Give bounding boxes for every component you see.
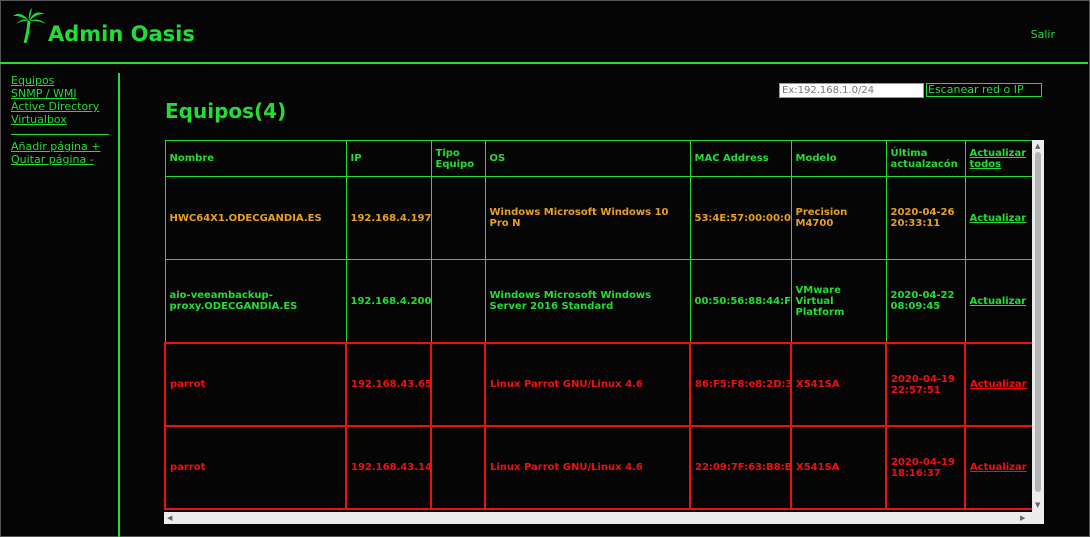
sidebar-item-virtualbox[interactable]: Virtualbox — [11, 113, 111, 126]
cell-os: Linux Parrot GNU/Linux 4.6 — [484, 425, 691, 510]
table-row: parrot 192.168.43.65 Linux Parrot GNU/Li… — [164, 342, 1032, 427]
cell-name: aio-veeambackup-proxy.ODECGANDIA.ES — [164, 259, 347, 344]
table-row: HWC64X1.ODECGANDIA.ES 192.168.4.197 Wind… — [164, 176, 1032, 260]
remove-page-link[interactable]: Quitar página - — [11, 153, 111, 166]
cell-ip: 192.168.4.200 — [345, 259, 432, 344]
cell-model: Precision M4700 — [790, 176, 887, 260]
cell-name: parrot — [164, 425, 347, 510]
devices-table-viewport: Nombre IP Tipo Equipo OS MAC Address Mod… — [164, 140, 1032, 512]
cell-type — [430, 176, 486, 260]
column-header-ip: IP — [345, 140, 432, 177]
scan-target-input[interactable] — [779, 83, 924, 98]
scroll-up-icon[interactable]: ▲ — [1035, 142, 1040, 150]
update-all-link[interactable]: Actualizar todos — [970, 148, 1027, 170]
cell-ip: 192.168.4.197 — [345, 176, 432, 260]
cell-action: Actualizar — [964, 342, 1032, 427]
header: Admin Oasis Salir — [0, 0, 1088, 64]
cell-updated: 2020-04-22 08:09:45 — [885, 259, 966, 344]
sidebar-item-active-directory[interactable]: Active Directory — [11, 100, 111, 113]
cell-action: Actualizar — [964, 176, 1032, 260]
sidebar-item-snmp-wmi[interactable]: SNMP / WMI — [11, 87, 111, 100]
cell-mac: 00:50:56:88:44:F8 — [689, 259, 792, 344]
scroll-down-icon[interactable]: ▼ — [1035, 501, 1040, 509]
column-header-model: Modelo — [790, 140, 887, 177]
column-header-mac: MAC Address — [689, 140, 792, 177]
cell-model: X541SA — [790, 425, 887, 510]
sidebar-divider — [11, 134, 109, 135]
devices-table: Nombre IP Tipo Equipo OS MAC Address Mod… — [164, 140, 1032, 510]
cell-action: Actualizar — [964, 259, 1032, 344]
vertical-scroll-thumb[interactable] — [1035, 152, 1041, 492]
sidebar-item-equipos[interactable]: Equipos — [11, 74, 111, 87]
add-page-link[interactable]: Añadir página + — [11, 140, 111, 153]
horizontal-scrollbar[interactable]: ◀ ▶ — [164, 512, 1044, 524]
page-title: Equipos(4) — [165, 99, 287, 123]
cell-model: X541SA — [790, 342, 887, 427]
cell-os: Windows Microsoft Windows 10 Pro N — [484, 176, 691, 260]
column-header-actions: Actualizar todos — [964, 140, 1032, 177]
app-title: Admin Oasis — [48, 22, 195, 46]
scroll-left-icon[interactable]: ◀ — [167, 514, 172, 522]
column-header-type: Tipo Equipo — [430, 140, 486, 177]
update-link[interactable]: Actualizar — [970, 379, 1027, 390]
cell-updated: 2020-04-19 22:57:51 — [885, 342, 966, 427]
sidebar: Equipos SNMP / WMI Active Directory Virt… — [11, 74, 111, 166]
devices-table-container: Nombre IP Tipo Equipo OS MAC Address Mod… — [164, 140, 1044, 524]
cell-type — [430, 259, 486, 344]
sidebar-separator — [118, 73, 120, 537]
cell-action: Actualizar — [964, 425, 1032, 510]
column-header-last-update: Última actualzacón — [885, 140, 966, 177]
cell-os: Windows Microsoft Windows Server 2016 St… — [484, 259, 691, 344]
table-row: parrot 192.168.43.148 Linux Parrot GNU/L… — [164, 425, 1032, 510]
logout-link[interactable]: Salir — [1031, 28, 1055, 41]
palm-tree-icon — [12, 7, 48, 46]
cell-os: Linux Parrot GNU/Linux 4.6 — [484, 342, 691, 427]
table-row: aio-veeambackup-proxy.ODECGANDIA.ES 192.… — [164, 259, 1032, 344]
cell-name: parrot — [164, 342, 347, 427]
column-header-name: Nombre — [164, 140, 347, 177]
cell-mac: 53:4E:57:00:00:00 — [689, 176, 792, 260]
cell-type — [430, 342, 486, 427]
cell-updated: 2020-04-26 20:33:11 — [885, 176, 966, 260]
cell-mac: 22:09:7F:63:B8:B5 — [689, 425, 792, 510]
update-link[interactable]: Actualizar — [970, 296, 1027, 307]
table-header-row: Nombre IP Tipo Equipo OS MAC Address Mod… — [164, 140, 1032, 177]
cell-ip: 192.168.43.148 — [345, 425, 432, 510]
update-link[interactable]: Actualizar — [970, 462, 1027, 473]
cell-ip: 192.168.43.65 — [345, 342, 432, 427]
vertical-scrollbar[interactable]: ▲ ▼ — [1032, 140, 1044, 512]
update-link[interactable]: Actualizar — [970, 213, 1027, 224]
scroll-right-icon[interactable]: ▶ — [1020, 514, 1025, 522]
cell-name: HWC64X1.ODECGANDIA.ES — [164, 176, 347, 260]
cell-model: VMware Virtual Platform — [790, 259, 887, 344]
cell-mac: 86:F5:F8:e8:2D:33 — [689, 342, 792, 427]
cell-updated: 2020-04-19 18:16:37 — [885, 425, 966, 510]
column-header-os: OS — [484, 140, 691, 177]
scan-button[interactable]: Escanear red o IP — [926, 83, 1042, 97]
cell-type — [430, 425, 486, 510]
